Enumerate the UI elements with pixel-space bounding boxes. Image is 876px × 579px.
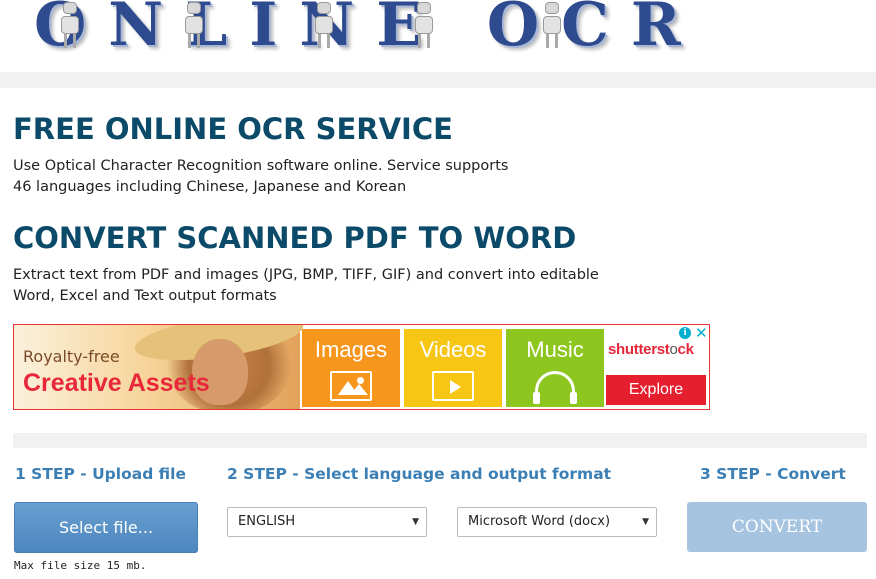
ad-tagline-big: Creative Assets — [23, 369, 210, 398]
ad-tile-label: Videos — [404, 337, 502, 363]
ad-tile-music[interactable]: Music — [506, 329, 604, 407]
ad-explore-button[interactable]: Explore — [606, 375, 706, 405]
language-select-value: ENGLISH — [238, 514, 295, 529]
ad-tile-images[interactable]: Images — [302, 329, 400, 407]
robot-icon — [540, 0, 564, 48]
site-logo[interactable]: ONLINE OCR — [0, 0, 876, 72]
ad-info-icon[interactable]: i — [679, 327, 691, 339]
ad-banner[interactable]: Royalty-free Creative Assets Images Vide… — [13, 324, 710, 410]
step2-label: 2 STEP - Select language and output form… — [227, 465, 611, 483]
convert-description-line1: Extract text from PDF and images (JPG, B… — [13, 265, 653, 286]
step1-label: 1 STEP - Upload file — [15, 465, 186, 483]
ad-tile-label: Music — [506, 337, 604, 363]
headphones-icon — [535, 371, 575, 401]
ad-tile-videos[interactable]: Videos — [404, 329, 502, 407]
language-select[interactable]: ENGLISH ▼ — [227, 507, 427, 537]
steps-divider — [13, 433, 867, 448]
robot-icon — [312, 0, 336, 48]
robot-icon — [412, 0, 436, 48]
header-divider — [0, 72, 876, 88]
output-format-select[interactable]: Microsoft Word (docx) ▼ — [457, 507, 657, 537]
ad-brand-logo: shutterstock — [608, 341, 694, 358]
intro-description-line1: Use Optical Character Recognition softwa… — [13, 156, 653, 177]
ad-tile-label: Images — [302, 337, 400, 363]
convert-button[interactable]: CONVERT — [687, 502, 867, 552]
select-file-button[interactable]: Select file... — [14, 502, 198, 553]
ad-tagline-small: Royalty-free — [23, 347, 120, 366]
intro-description-line2: 46 languages including Chinese, Japanese… — [13, 177, 653, 198]
output-format-select-value: Microsoft Word (docx) — [468, 514, 610, 529]
chevron-down-icon: ▼ — [642, 508, 649, 536]
robot-icon — [58, 0, 82, 48]
robot-icon — [182, 0, 206, 48]
convert-description-line2: Word, Excel and Text output formats — [13, 286, 653, 307]
image-icon — [330, 371, 372, 401]
section-title: CONVERT SCANNED PDF TO WORD — [13, 221, 576, 255]
logo-text: ONLINE OCR — [34, 0, 703, 60]
play-icon — [432, 371, 474, 401]
ad-close-icon[interactable]: ✕ — [695, 324, 708, 342]
chevron-down-icon: ▼ — [412, 508, 419, 536]
page-title: FREE ONLINE OCR SERVICE — [13, 112, 453, 146]
step3-label: 3 STEP - Convert — [700, 465, 846, 483]
max-file-size-note: Max file size 15 mb. — [14, 559, 146, 572]
